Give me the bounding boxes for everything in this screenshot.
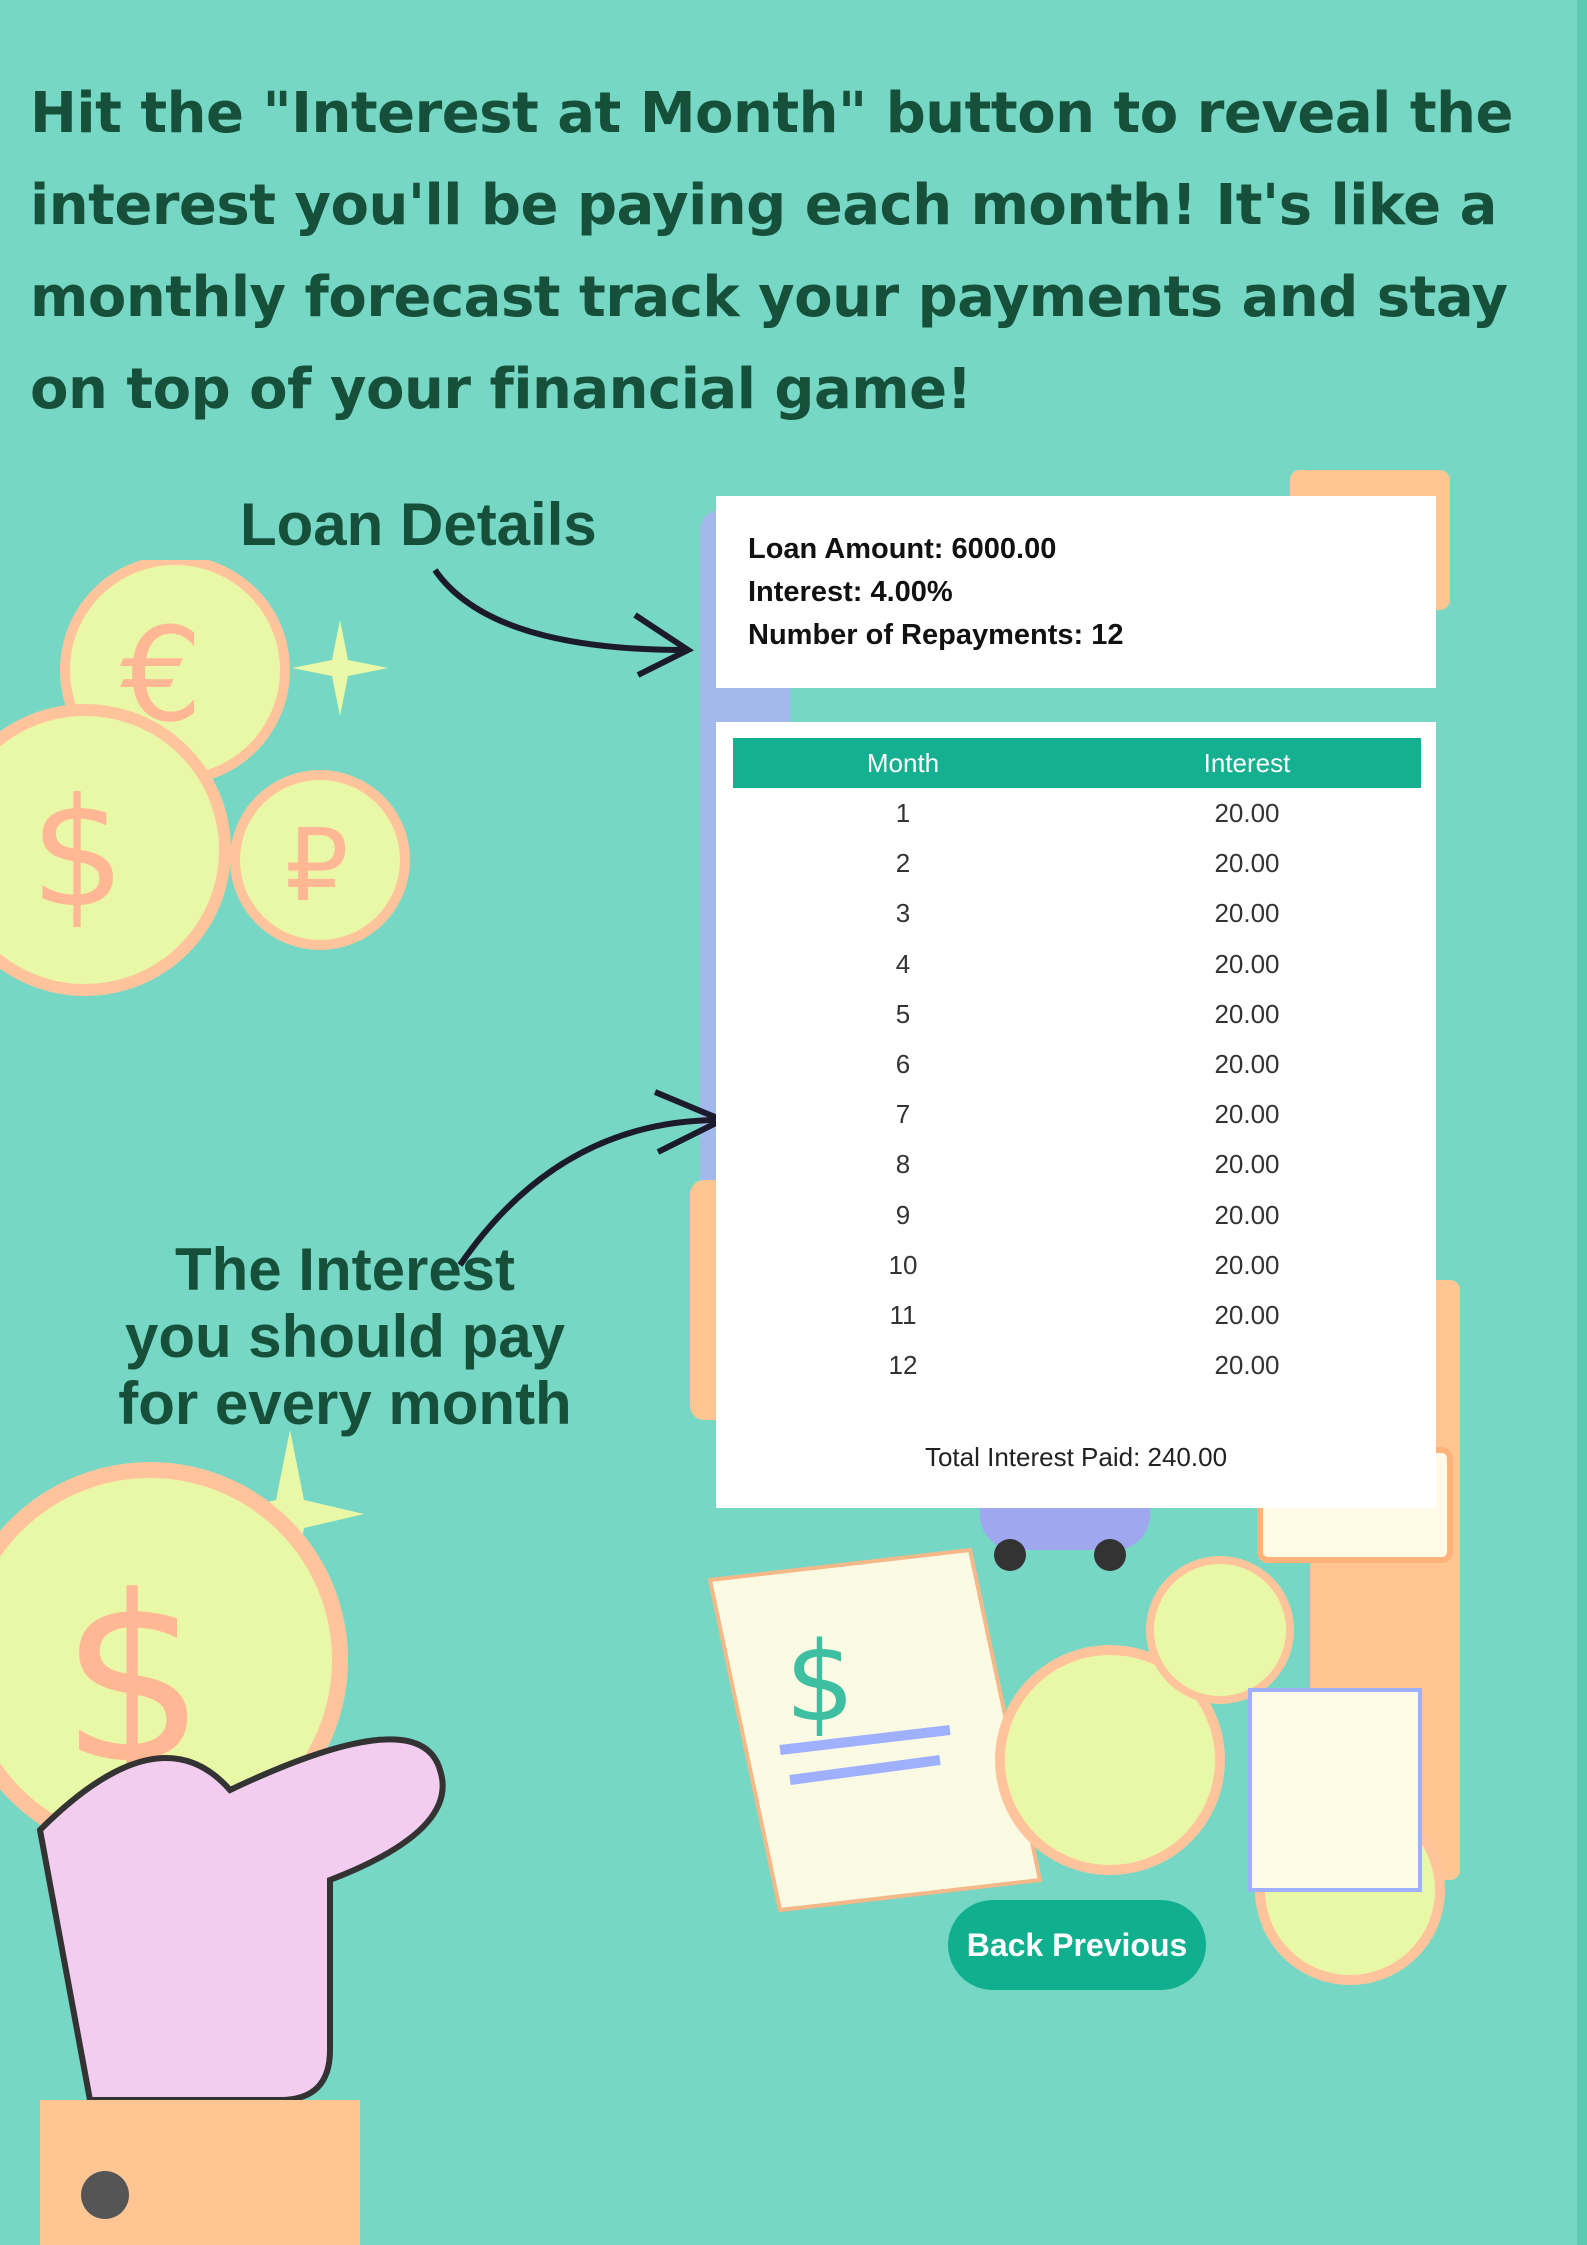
table-row: 6 20.00 (733, 1039, 1421, 1089)
month-cell: 12 (888, 1350, 918, 1381)
interest-cell: 20.00 (1214, 798, 1280, 828)
interest-cell: 20.00 (1214, 1199, 1280, 1230)
table-row: 5 20.00 (733, 989, 1421, 1039)
month-cell: 7 (895, 1099, 911, 1130)
month-cell: 11 (889, 1300, 917, 1330)
coins-illustration: € $ ₽ (0, 560, 410, 996)
back-previous-button[interactable]: Back Previous (948, 1900, 1206, 1990)
page-edge (1577, 0, 1587, 2245)
month-cell: 3 (895, 898, 911, 929)
month-cell: 9 (895, 1199, 911, 1230)
interest-cell: 20.00 (1214, 848, 1280, 879)
table-header: Month Interest (733, 738, 1421, 788)
headline-line: monthly forecast track your payments and… (30, 265, 1508, 330)
interest-label-line: you should pay (124, 1303, 566, 1370)
loan-repayments: Number of Repayments: 12 (748, 619, 1124, 651)
month-cell: 2 (895, 848, 911, 879)
table-row: 12 20.00 (733, 1340, 1421, 1390)
loan-amount: Loan Amount: 6000.00 (748, 533, 1057, 565)
interest-cell: 20.00 (1214, 948, 1280, 979)
svg-text:$: $ (785, 1618, 855, 1746)
month-cell: 5 (895, 998, 911, 1029)
total-interest: Total Interest Paid: 240.00 (924, 1442, 1228, 1472)
headline: Hit the "Interest at Month" button to re… (30, 68, 1550, 436)
headline-line: interest you'll be paying each month! It… (30, 173, 1497, 238)
table-row: 8 20.00 (733, 1139, 1421, 1189)
month-cell: 8 (895, 1149, 911, 1180)
interest-label-line: for every month (118, 1370, 572, 1437)
month-cell: 10 (888, 1249, 918, 1280)
table-row: 7 20.00 (733, 1089, 1421, 1139)
interest-cell: 20.00 (1214, 1049, 1280, 1079)
svg-text:$: $ (30, 767, 125, 941)
interest-cell: 20.00 (1214, 1099, 1280, 1130)
table-row: 11 20.00 (733, 1290, 1421, 1340)
table-row: 9 20.00 (733, 1190, 1421, 1240)
headline-line: on top of your financial game! (30, 357, 972, 422)
month-cell: 6 (895, 1049, 911, 1079)
month-cell: 4 (895, 948, 911, 979)
loan-interest: Interest: 4.00% (748, 576, 953, 608)
headline-line: Hit the "Interest at Month" button to re… (30, 81, 1513, 146)
interest-cell: 20.00 (1214, 1149, 1280, 1180)
interest-cell: 20.00 (1214, 1249, 1280, 1280)
loan-details-label: Loan Details (240, 491, 597, 558)
receipt-icon: $ (707, 1547, 1043, 1913)
hand-coin-illustration: $ (0, 1430, 446, 2245)
interest-cell: 20.00 (1214, 1300, 1280, 1330)
column-header-month: Month (866, 748, 940, 778)
arrow-icon (432, 568, 694, 678)
table-row: 10 20.00 (733, 1240, 1421, 1290)
interest-table-card: Month Interest 1 20.00 2 20.00 3 20.00 4 20.00 5… (716, 722, 1436, 1508)
table-row: 2 20.00 (733, 838, 1421, 888)
interest-cell: 20.00 (1214, 998, 1280, 1029)
table-row: 3 20.00 (733, 888, 1421, 938)
arrow-icon (457, 1089, 730, 1267)
interest-cell: 20.00 (1214, 1350, 1280, 1381)
svg-text:₽: ₽ (285, 807, 349, 924)
table-row: 4 20.00 (733, 939, 1421, 989)
loan-details-card: Loan Amount: 6000.00 Interest: 4.00% Num… (716, 496, 1436, 688)
month-cell: 1 (895, 798, 911, 828)
column-header-interest: Interest (1203, 748, 1291, 778)
interest-cell: 20.00 (1214, 898, 1280, 929)
table-row: 1 20.00 (733, 788, 1421, 838)
